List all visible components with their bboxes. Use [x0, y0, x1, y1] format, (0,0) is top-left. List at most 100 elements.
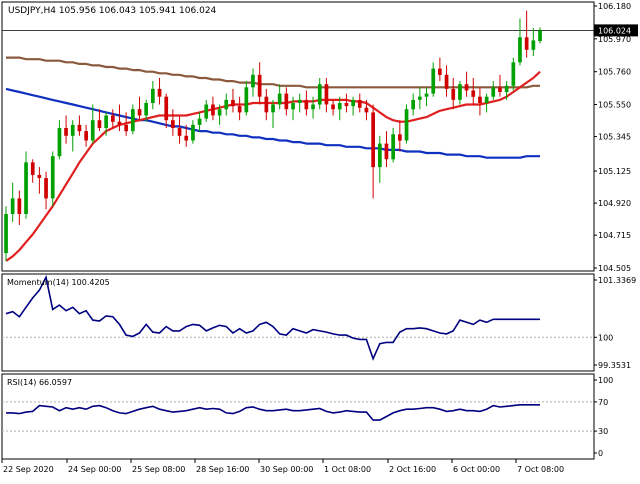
candle-body [44, 178, 48, 199]
candle-body [64, 128, 68, 136]
candle-body [371, 112, 375, 168]
candle-body [251, 74, 255, 88]
candle-body [284, 93, 289, 110]
candle-body [104, 115, 108, 128]
rsi-pane-frame [1, 373, 595, 460]
price-tick-label: 104.505 [598, 264, 631, 273]
candle-body [224, 99, 229, 110]
momentum-pane-frame [1, 273, 595, 372]
candle-body [444, 74, 449, 89]
current-price-label: 106.024 [598, 26, 631, 35]
candle-body [357, 99, 362, 108]
candle-body [384, 143, 389, 160]
price-tick-label: 105.125 [598, 167, 631, 176]
candle-body [184, 135, 189, 141]
candle-body [331, 104, 335, 110]
candle-body [24, 162, 28, 214]
momentum-label: Momentum(14) 100.4205 [7, 278, 110, 287]
momentum-tick-label: 99.3531 [598, 361, 631, 370]
x-tick-label: 1 Oct 08:00 [324, 465, 371, 474]
candle-body [378, 143, 382, 168]
rsi-line [6, 403, 540, 421]
candle-body [157, 88, 162, 97]
candle-body [431, 68, 436, 94]
momentum-tick-label: 100 [598, 333, 613, 342]
candle-body [111, 115, 115, 122]
candle-body [291, 103, 295, 110]
candle-body [364, 107, 369, 113]
candle-body [264, 96, 269, 113]
candle-body [458, 84, 462, 100]
candle-body [10, 198, 15, 214]
x-tick-label: 22 Sep 2020 [3, 465, 54, 474]
x-tick-label: 25 Sep 08:00 [132, 465, 185, 474]
x-tick-label: 2 Oct 16:00 [389, 465, 436, 474]
candle-body [524, 37, 529, 50]
candle-body [418, 96, 422, 100]
price-tick-label: 105.760 [598, 68, 631, 77]
candle-body [504, 85, 509, 93]
candle-body [498, 87, 502, 92]
rsi-tick-label: 70 [598, 398, 608, 407]
candle-body [297, 99, 302, 103]
price-tick-label: 104.715 [598, 231, 631, 240]
candle-body [471, 90, 476, 97]
candle-body [484, 96, 489, 103]
candle-body [511, 62, 516, 86]
candle-body [244, 87, 249, 113]
candle-body [197, 118, 202, 125]
candle-body [411, 99, 415, 110]
candle-body [144, 103, 148, 116]
candle-body [124, 124, 128, 132]
candle-body [211, 104, 215, 116]
x-tick-label: 24 Sep 00:00 [68, 465, 121, 474]
candle-body [404, 109, 409, 141]
candle-body [90, 120, 95, 141]
candle-body [277, 93, 282, 105]
candle-body [151, 88, 155, 103]
price-pane-frame [1, 1, 595, 272]
candle-body [171, 120, 175, 128]
candle-body [191, 124, 195, 141]
candle-body [37, 174, 42, 178]
candle-body [304, 99, 309, 110]
candle-body [424, 93, 429, 97]
candle-body [344, 103, 349, 107]
candle-body [204, 104, 209, 119]
candle-body [317, 84, 322, 105]
candle-body [30, 162, 35, 175]
candle-body [70, 124, 75, 136]
candle-body [17, 198, 22, 214]
x-tick-label: 7 Oct 08:00 [517, 465, 564, 474]
candle-body [77, 124, 82, 132]
price-tick-label: 105.345 [598, 133, 631, 142]
candle-body [57, 128, 62, 157]
candle-body [50, 156, 55, 199]
candle-body [351, 99, 355, 107]
momentum-line [5, 274, 540, 361]
candle-body [337, 103, 342, 110]
candle-body [117, 121, 122, 125]
rsi-tick-label: 100 [598, 376, 613, 385]
price-tick-label: 105.550 [598, 101, 631, 110]
candle-body [491, 87, 496, 97]
price-tick-label: 106.180 [598, 2, 631, 11]
candle-body [518, 37, 522, 63]
candle-body [531, 40, 536, 50]
candle-body [438, 68, 442, 75]
candle-body [271, 104, 275, 113]
chart-svg: 106.180105.970105.760105.550105.345105.1… [1, 1, 638, 474]
candle-body [237, 106, 242, 113]
candle-body [231, 99, 235, 107]
rsi-tick-label: 30 [598, 427, 608, 436]
candle-body [311, 104, 315, 110]
x-tick-label: 28 Sep 16:00 [196, 465, 249, 474]
candle-body [84, 131, 88, 141]
x-tick-label: 30 Sep 00:00 [260, 465, 313, 474]
rsi-label: RSI(14) 66.0597 [7, 378, 72, 387]
candle-body [324, 84, 329, 105]
rsi-tick-label: 0 [598, 449, 603, 458]
candle-body [137, 109, 142, 116]
momentum-tick-label: 101.3369 [598, 276, 636, 285]
candle-body [478, 96, 482, 103]
